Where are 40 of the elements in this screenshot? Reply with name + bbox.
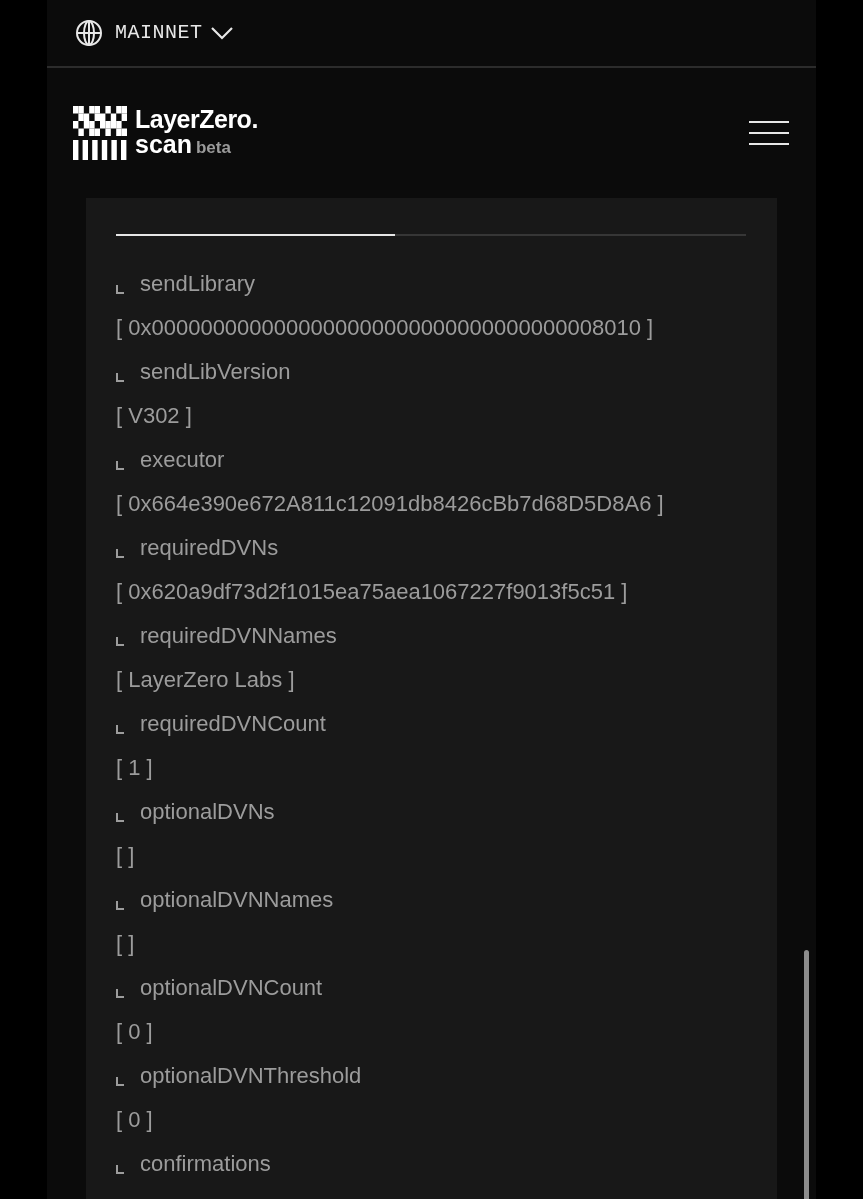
field-label: sendLibrary (140, 269, 255, 298)
field-value: [ ] (116, 841, 136, 870)
field-value: [ LayerZero Labs ] (116, 665, 296, 694)
corner-icon (116, 900, 124, 910)
corner-icon (116, 1164, 124, 1174)
menu-icon[interactable] (749, 121, 789, 145)
field-label: optionalDVNThreshold (140, 1061, 362, 1090)
corner-icon (116, 372, 124, 382)
globe-icon[interactable] (75, 19, 103, 47)
field-label: requiredDVNNames (140, 621, 337, 650)
field-value: [ 0 ] (116, 1105, 154, 1134)
field-value: [ V302 ] (116, 401, 193, 430)
scrollbar[interactable] (804, 950, 809, 1199)
corner-icon (116, 284, 124, 294)
corner-icon (116, 1076, 124, 1086)
corner-icon (116, 988, 124, 998)
field-value: [ 0x0000000000000000000000000000000000008010 ] (116, 313, 655, 342)
brand-name: LayerZero. (135, 105, 258, 132)
field-label: optionalDVNNames (140, 885, 334, 914)
field-label: sendLibVersion (140, 357, 291, 386)
logo-icon[interactable] (73, 106, 127, 160)
beta-tag: beta (196, 134, 231, 161)
field-label: requiredDVNs (140, 533, 279, 562)
corner-icon (116, 724, 124, 734)
field-label: executor (140, 445, 225, 474)
field-label: optionalDVNCount (140, 973, 323, 1002)
corner-icon (116, 548, 124, 558)
field-value: [ 0x620a9df73d2f1015ea75aea1067227f9013f5c51 ] (116, 577, 629, 606)
field-label: optionalDVNs (140, 797, 275, 826)
corner-icon (116, 812, 124, 822)
chevron-down-icon[interactable] (210, 26, 233, 40)
corner-icon (116, 460, 124, 470)
field-value: [ 0x664e390e672A811c12091db8426cBb7d68D5D8A6 ] (116, 489, 665, 518)
field-value: [ 0 ] (116, 1017, 154, 1046)
field-label: confirmations (140, 1149, 271, 1178)
field-value: [ 1 ] (116, 753, 154, 782)
corner-icon (116, 636, 124, 646)
field-label: requiredDVNCount (140, 709, 326, 738)
network-selector[interactable]: MAINNET (115, 18, 203, 48)
field-value: [ ] (116, 929, 136, 958)
